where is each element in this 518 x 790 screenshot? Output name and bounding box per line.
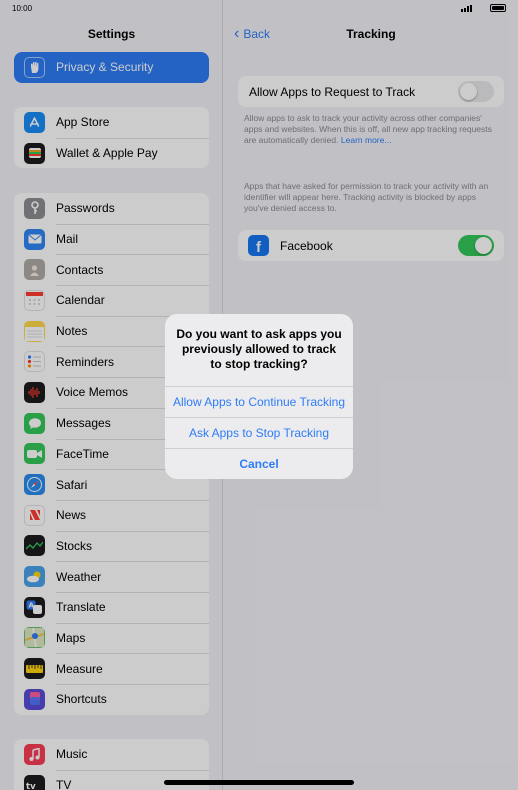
allow-continue-tracking-button[interactable]: Allow Apps to Continue Tracking bbox=[165, 386, 353, 417]
ask-stop-tracking-button[interactable]: Ask Apps to Stop Tracking bbox=[165, 417, 353, 448]
status-bar: 10:00 bbox=[0, 0, 518, 18]
cellular-signal-icon bbox=[461, 5, 472, 12]
alert-message: Do you want to ask apps you previously a… bbox=[176, 327, 342, 371]
stop-tracking-alert: Do you want to ask apps you previously a… bbox=[165, 314, 353, 479]
battery-icon bbox=[490, 4, 506, 12]
status-time: 10:00 bbox=[12, 4, 33, 13]
home-indicator bbox=[164, 780, 354, 785]
cancel-button[interactable]: Cancel bbox=[165, 448, 353, 479]
